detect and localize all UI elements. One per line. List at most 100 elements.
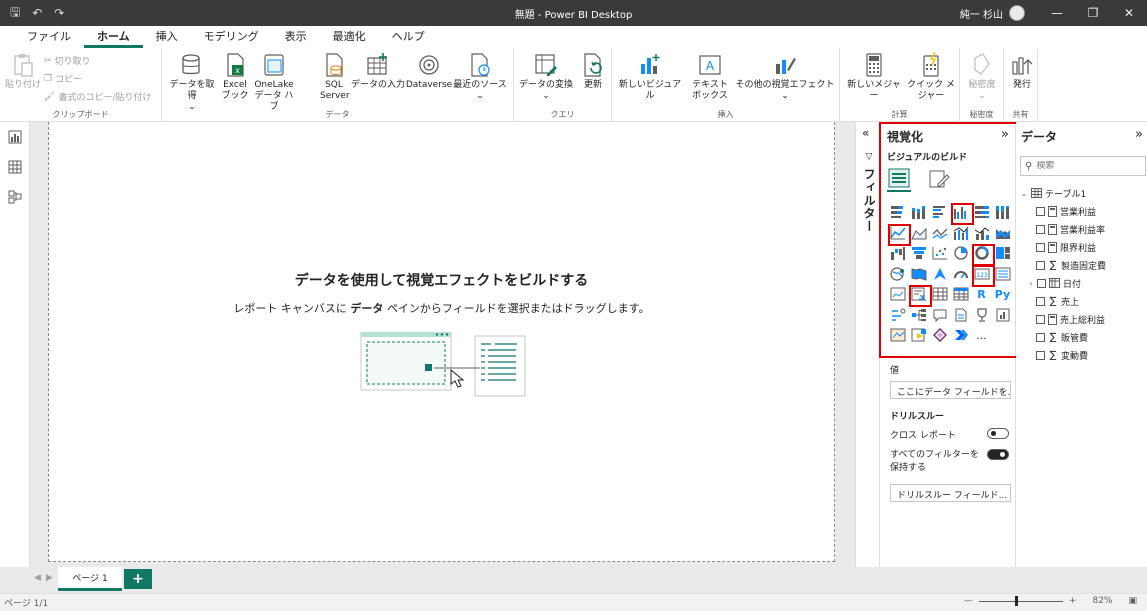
goals-icon[interactable] <box>971 305 992 326</box>
pie-chart-icon[interactable] <box>950 243 971 264</box>
keep-filters-toggle[interactable] <box>987 449 1009 460</box>
key-influencers-icon[interactable] <box>887 305 908 326</box>
paginated-report-icon[interactable] <box>992 305 1013 326</box>
sql-server-button[interactable]: SQL Server <box>320 52 350 102</box>
treemap-icon[interactable] <box>992 243 1013 264</box>
field-checkbox[interactable] <box>1036 332 1045 342</box>
qa-icon[interactable] <box>929 305 950 326</box>
tab-modeling[interactable]: モデリング <box>191 28 272 48</box>
paste-button[interactable]: 貼り付け <box>4 52 42 91</box>
field-row[interactable]: 営業利益率 <box>1020 220 1146 238</box>
gauge-icon[interactable] <box>950 264 971 285</box>
kpi-icon[interactable] <box>887 284 908 305</box>
table-view-button[interactable] <box>0 152 30 182</box>
cross-report-toggle[interactable] <box>987 428 1009 439</box>
zoom-slider-thumb[interactable] <box>1014 595 1018 606</box>
new-visual-button[interactable]: 新しいビジュアル <box>618 52 682 102</box>
new-measure-button[interactable]: 新しいメジャー <box>846 52 902 102</box>
collapse-visualizations-icon[interactable]: » <box>1001 127 1009 142</box>
get-data-button[interactable]: データを取得 ⌄ <box>168 52 216 113</box>
format-painter-button[interactable]: 🖌 書式のコピー/貼り付け <box>44 90 151 104</box>
add-page-button[interactable]: + <box>124 569 152 589</box>
search-input[interactable] <box>1036 161 1127 171</box>
line-clustered-column-chart-icon[interactable] <box>950 223 971 244</box>
stacked-bar-chart-icon[interactable] <box>887 202 908 223</box>
cut-button[interactable]: ✂ 切り取り <box>44 54 151 68</box>
field-checkbox[interactable] <box>1036 296 1045 306</box>
table-icon[interactable] <box>929 284 950 305</box>
prev-page-icon[interactable]: ◀ <box>34 573 41 583</box>
recent-sources-button[interactable]: 最近のソース ⌄ <box>452 52 508 102</box>
publish-button[interactable]: 発行 <box>1008 52 1036 91</box>
field-row[interactable]: › 日付 <box>1020 274 1146 292</box>
field-checkbox[interactable] <box>1036 206 1045 216</box>
donut-chart-icon[interactable] <box>971 243 995 266</box>
save-icon[interactable]: 🖫 <box>10 3 20 24</box>
azure-map-icon[interactable] <box>929 264 950 285</box>
next-page-icon[interactable]: ▶ <box>46 573 53 583</box>
field-row[interactable]: ∑ 製造固定費 <box>1020 256 1146 274</box>
stacked-area-chart-icon[interactable] <box>929 223 950 244</box>
field-checkbox[interactable] <box>1036 260 1045 270</box>
field-row[interactable]: ∑ 変動費 <box>1020 346 1146 364</box>
field-checkbox[interactable] <box>1036 242 1045 252</box>
stacked-column-chart-icon[interactable] <box>908 202 929 223</box>
smart-narrative-icon[interactable] <box>950 305 971 326</box>
close-button[interactable]: ✕ <box>1111 6 1147 20</box>
tab-optimize[interactable]: 最適化 <box>320 28 379 48</box>
line-stacked-column-chart-icon[interactable] <box>971 223 992 244</box>
field-checkbox[interactable] <box>1036 224 1045 234</box>
map-icon[interactable] <box>887 264 908 285</box>
clustered-bar-chart-icon[interactable] <box>929 202 950 223</box>
filter-pane[interactable]: « ▽ フィルター <box>855 122 879 567</box>
python-visual-icon[interactable]: Py <box>992 284 1013 305</box>
page-tab[interactable]: ページ 1 <box>58 567 122 591</box>
matrix-icon[interactable] <box>950 284 971 305</box>
table-node[interactable]: ⌄ テーブル1 <box>1020 184 1146 202</box>
data-search-box[interactable]: ⚲ <box>1020 156 1146 176</box>
field-row[interactable]: ∑ 販管費 <box>1020 328 1146 346</box>
model-view-button[interactable] <box>0 182 30 212</box>
stacked-bar-100-chart-icon[interactable] <box>971 202 992 223</box>
waterfall-chart-icon[interactable] <box>887 243 908 264</box>
clustered-column-chart-icon[interactable] <box>950 202 974 225</box>
report-canvas[interactable]: データを使用して視覚エフェクトをビルドする レポート キャンバスに データ ペイ… <box>48 122 835 562</box>
tab-insert[interactable]: 挿入 <box>143 28 191 48</box>
drillthrough-drop-field[interactable]: ドリルスルー フィールド... <box>890 484 1011 502</box>
field-checkbox[interactable] <box>1036 350 1045 360</box>
field-row[interactable]: 限界利益 <box>1020 238 1146 256</box>
minimize-button[interactable]: — <box>1039 6 1075 20</box>
undo-icon[interactable]: ↶ <box>32 6 42 20</box>
report-view-button[interactable] <box>0 122 30 152</box>
power-automate-flow-icon[interactable] <box>950 325 971 346</box>
zoom-out-button[interactable]: — <box>964 596 973 606</box>
values-drop-field[interactable]: ここにデータ フィールドを... <box>890 381 1011 399</box>
ribbon-chart-icon[interactable] <box>992 223 1013 244</box>
tab-home[interactable]: ホーム <box>84 28 143 48</box>
build-visual-tab[interactable] <box>887 166 911 192</box>
expand-filters-icon[interactable]: « <box>862 126 869 140</box>
area-chart-icon[interactable] <box>908 223 929 244</box>
field-row[interactable]: ∑ 売上 <box>1020 292 1146 310</box>
transform-data-button[interactable]: データの変換 ⌄ <box>518 52 574 102</box>
r-visual-icon[interactable]: R <box>971 284 992 305</box>
stacked-column-100-chart-icon[interactable] <box>992 202 1013 223</box>
slicer-icon[interactable] <box>908 284 932 307</box>
redo-icon[interactable]: ↷ <box>54 6 64 20</box>
fit-page-icon[interactable]: ▣ <box>1128 596 1137 606</box>
format-visual-tab[interactable] <box>927 166 951 192</box>
more-visuals-button[interactable]: その他の視覚エフェクト ⌄ <box>734 52 836 102</box>
power-apps-icon[interactable] <box>908 325 929 346</box>
more-visuals-icon[interactable]: ... <box>971 325 992 346</box>
enter-data-button[interactable]: データの入力 <box>351 52 405 91</box>
tab-view[interactable]: 表示 <box>272 28 320 48</box>
field-checkbox[interactable] <box>1037 278 1046 288</box>
excel-button[interactable]: x Excel ブック <box>220 52 250 102</box>
refresh-button[interactable]: 更新 <box>578 52 608 91</box>
tab-file[interactable]: ファイル <box>14 28 84 48</box>
onelake-button[interactable]: OneLake データ ハブ <box>254 52 294 113</box>
sensitivity-button[interactable]: 秘密度 ⌄ <box>964 52 1000 102</box>
multi-row-card-icon[interactable] <box>992 264 1013 285</box>
scatter-chart-icon[interactable] <box>929 243 950 264</box>
quick-measure-button[interactable]: クイック メジャー <box>906 52 956 102</box>
